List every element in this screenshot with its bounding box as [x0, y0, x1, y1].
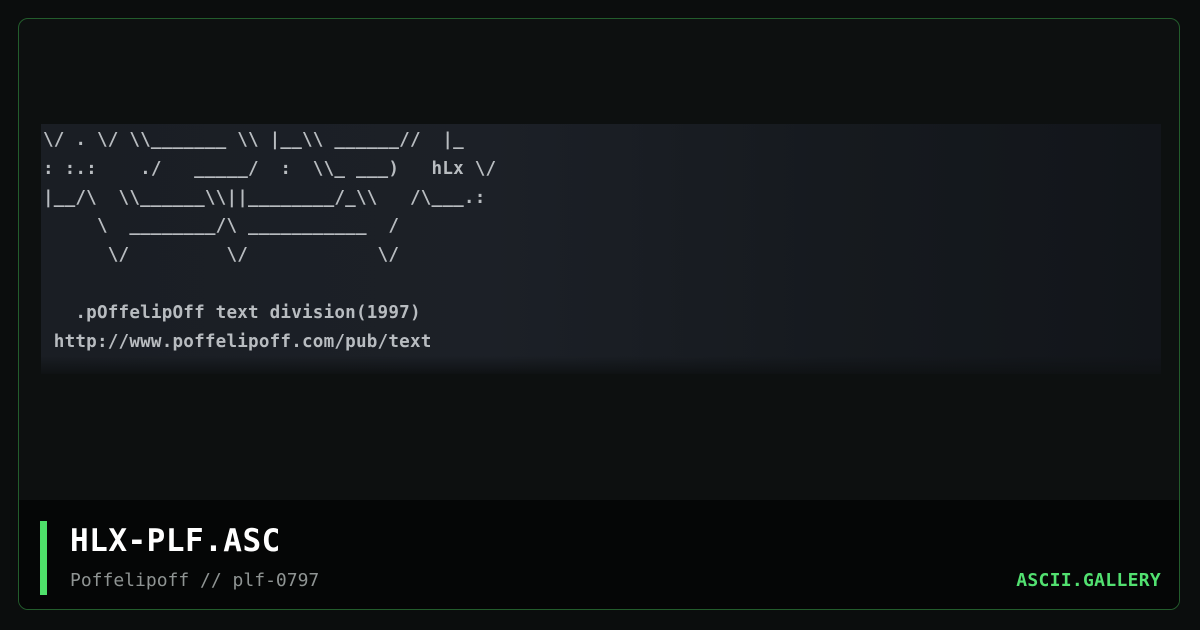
ascii-art-text: \/ . \/ \\_______ \\ |__\\ ______// |_ :…	[43, 130, 497, 352]
artwork-title: HLX-PLF.ASC	[70, 523, 281, 559]
ascii-art-preview: \/ . \/ \\_______ \\ |__\\ ______// |_ :…	[41, 124, 1161, 374]
card-footer: HLX-PLF.ASC Poffelipoff // plf-0797 ASCI…	[19, 500, 1179, 609]
card-frame: \/ . \/ \\_______ \\ |__\\ ______// |_ :…	[18, 18, 1180, 610]
artwork-subtitle: Poffelipoff // plf-0797	[70, 570, 320, 591]
accent-bar	[40, 521, 47, 595]
site-brand: ASCII.GALLERY	[1016, 570, 1161, 591]
page: \/ . \/ \\_______ \\ |__\\ ______// |_ :…	[0, 0, 1200, 630]
